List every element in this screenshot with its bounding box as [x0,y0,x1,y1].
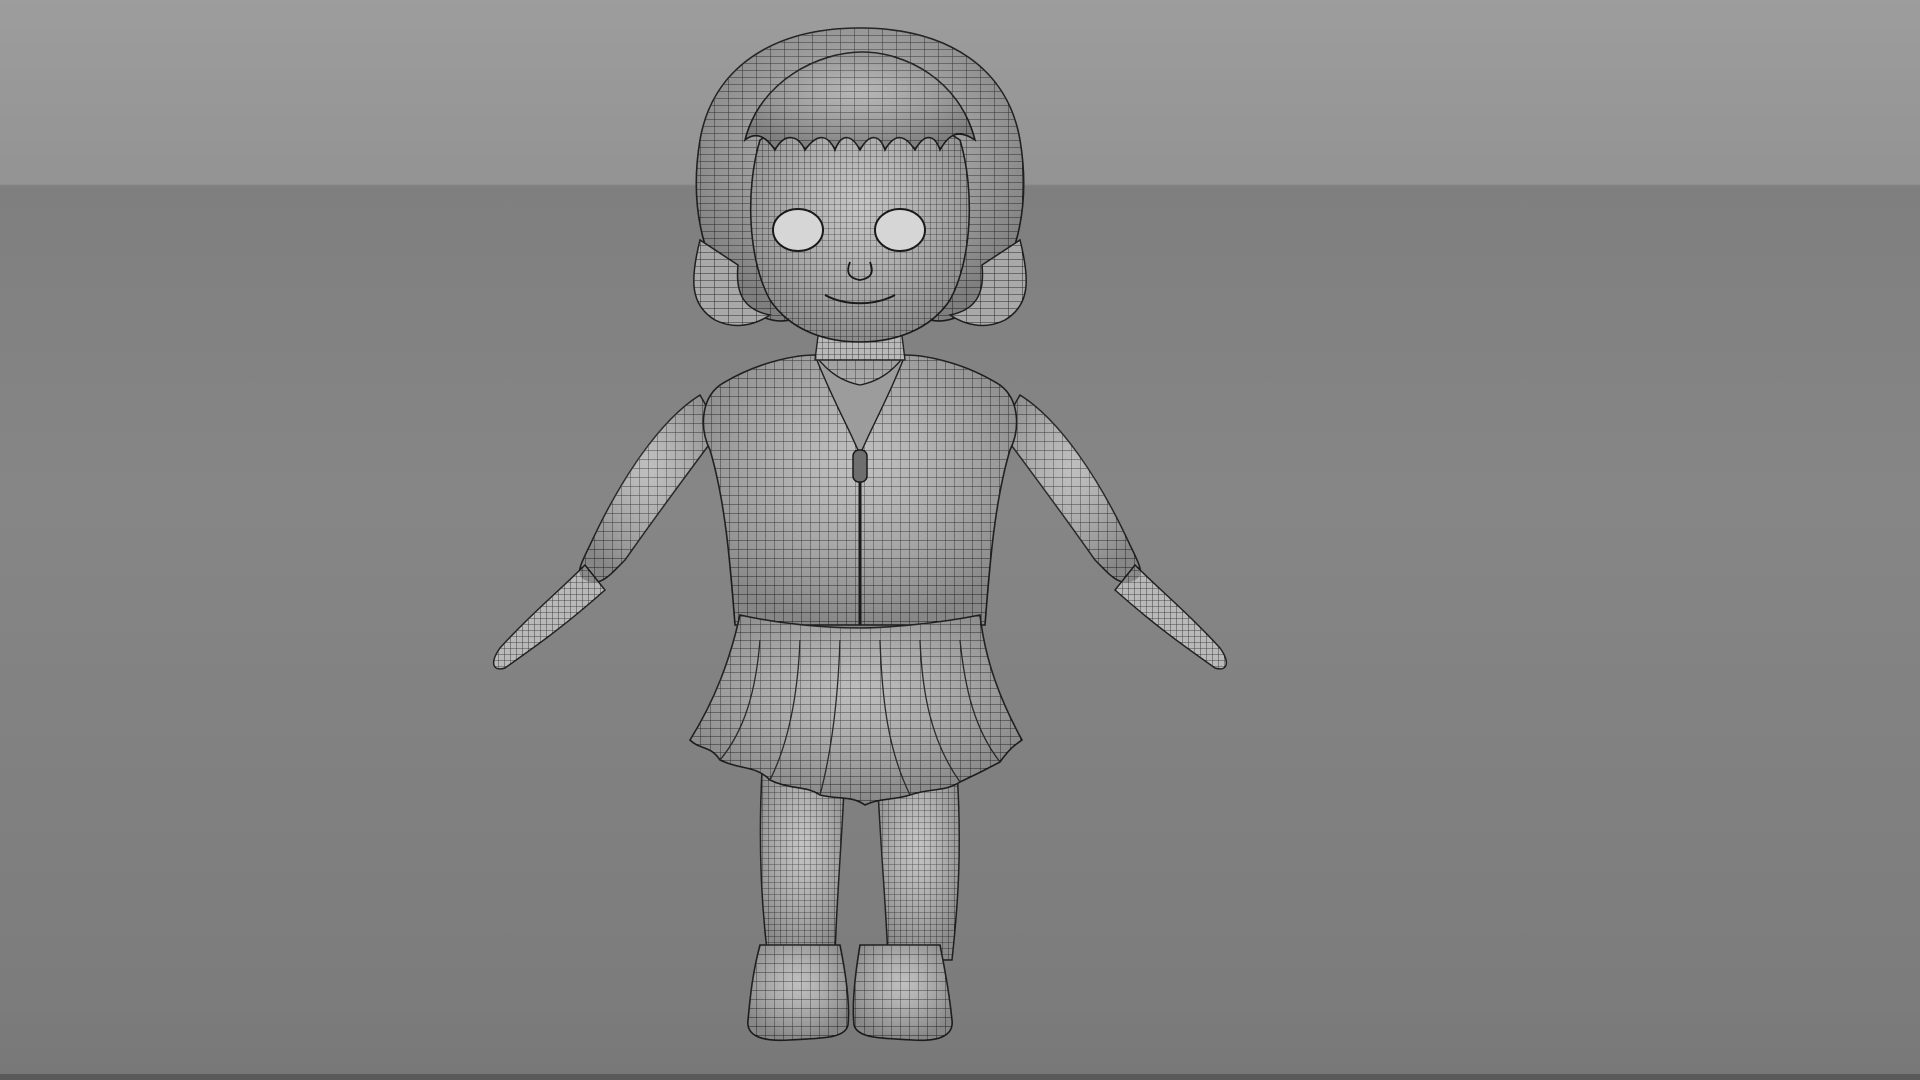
skirt[interactable] [688,614,1024,806]
right-eye [874,208,926,252]
3d-viewport[interactable] [0,0,1920,1080]
boots[interactable] [747,944,953,1042]
left-eye [772,208,824,252]
hoodie[interactable] [702,354,1018,626]
character-model[interactable] [0,0,1920,1080]
